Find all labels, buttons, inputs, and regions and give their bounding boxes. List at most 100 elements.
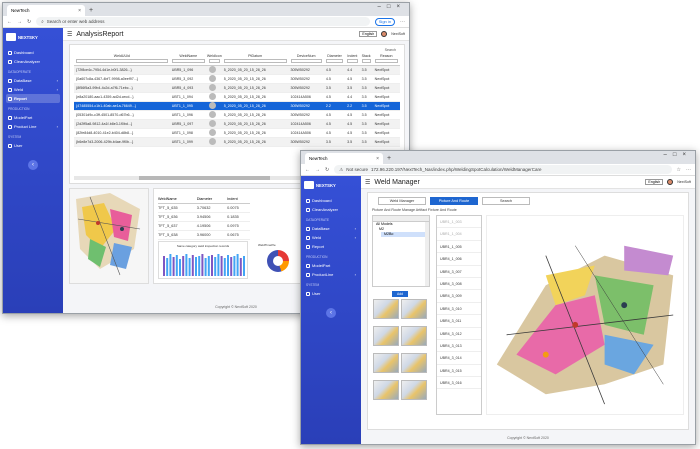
cad-route-view[interactable] bbox=[486, 215, 684, 415]
tab-weld-manager[interactable]: Weld Manager bbox=[378, 197, 426, 205]
close-icon[interactable]: × bbox=[376, 156, 379, 162]
new-tab-icon[interactable]: + bbox=[89, 5, 93, 16]
menu-icon[interactable]: ⋯ bbox=[686, 167, 691, 173]
sidebar-item-user[interactable]: User bbox=[304, 289, 358, 298]
forward-icon[interactable]: → bbox=[315, 167, 320, 173]
table-row[interactable]: {82fe84d8-4010-41e2-b404-d8b8...} UBT1_1_… bbox=[74, 128, 400, 138]
list-item[interactable]: UBR4_3_016 bbox=[437, 377, 481, 390]
thumbnail[interactable] bbox=[373, 326, 399, 346]
column-filter-input[interactable] bbox=[361, 59, 371, 63]
thumbnail[interactable] bbox=[373, 299, 399, 319]
list-item[interactable]: UBR1_1_005 bbox=[437, 241, 481, 254]
tab-picture-and-route[interactable]: Picture And Route bbox=[430, 197, 478, 205]
sidebar-item-report[interactable]: Report bbox=[6, 94, 60, 103]
column-header[interactable]: Reason bbox=[372, 54, 400, 66]
list-item[interactable]: UBR4_3_013 bbox=[437, 340, 481, 353]
column-header[interactable]: PtDatum bbox=[221, 54, 289, 66]
list-item[interactable]: UBR4_3_011 bbox=[437, 315, 481, 328]
window-controls[interactable]: –□× bbox=[378, 4, 406, 10]
column-header[interactable]: DeviceNum bbox=[288, 54, 324, 66]
thumbnail[interactable] bbox=[373, 380, 399, 400]
collapse-sidebar-button[interactable]: ‹ bbox=[28, 160, 38, 170]
table-row[interactable]: {72f8ce4c-7954-4d1e-b0f1-3826...} UBR5_1_… bbox=[74, 65, 400, 75]
avatar[interactable] bbox=[381, 31, 388, 37]
list-item[interactable]: UBR4_3_009 bbox=[437, 290, 481, 303]
column-header[interactable]: Indent bbox=[345, 54, 360, 66]
column-header[interactable]: WeldIcon bbox=[206, 54, 222, 66]
table-row[interactable]: {e8a20180-aac1-4359-ad2d-cecd...} UBT1_1_… bbox=[74, 92, 400, 102]
table-row[interactable]: TFT_5_637 4.19506 0.0975 bbox=[158, 221, 250, 231]
sidebar-item-cleananalyzer[interactable]: CleanAnalyzer bbox=[6, 57, 60, 66]
sidebar-item-report[interactable]: Report bbox=[304, 242, 358, 251]
column-filter-input[interactable] bbox=[76, 59, 168, 63]
table-row[interactable]: TFT_5_635 3.70632 0.0075 bbox=[158, 203, 250, 213]
table-row[interactable]: {8f56f5a3-99b4-4c2d-a7f6-71ebc...} UBR5_4… bbox=[74, 83, 400, 93]
forward-icon[interactable]: → bbox=[17, 19, 22, 25]
sidebar-item-productline[interactable]: ProductLine › bbox=[304, 270, 358, 279]
column-filter-input[interactable] bbox=[208, 59, 220, 63]
table-row[interactable]: TFT_5_636 3.94506 0.1835 bbox=[158, 212, 250, 222]
list-item[interactable]: UBR4_3_014 bbox=[437, 352, 481, 365]
column-filter-input[interactable] bbox=[374, 59, 398, 63]
table-row[interactable]: {05301d9c-c3ff-4501-8570-d67b6...} UBT1_1… bbox=[74, 110, 400, 120]
browser-tab[interactable]: NewTech × bbox=[305, 153, 383, 164]
column-header[interactable]: WeldName bbox=[169, 54, 207, 66]
table-row[interactable]: {2d2ff5a8-9812-4a1f-b8e3-1f0bd...} UBR5_1… bbox=[74, 119, 400, 129]
list-item[interactable]: UBR4_3_010 bbox=[437, 303, 481, 316]
table-row[interactable]: {b6e8e7d3-2006-429b-b4ae-9f0b...} UBT1_1_… bbox=[74, 137, 400, 147]
language-select[interactable]: English bbox=[645, 179, 664, 185]
table-row[interactable]: {47485554-c1b1-40ab-ae1a-76649...} UBT1_1… bbox=[74, 101, 400, 111]
cad-model-view[interactable] bbox=[69, 188, 149, 284]
column-filter-input[interactable] bbox=[347, 59, 358, 63]
sidebar-item-modelpart[interactable]: ModelPart bbox=[6, 113, 60, 122]
sidebar-item-weld[interactable]: Weld › bbox=[6, 85, 60, 94]
sidebar-item-dashboard[interactable]: Dashboard bbox=[304, 196, 358, 205]
thumbnail[interactable] bbox=[401, 353, 427, 373]
reload-icon[interactable]: ↻ bbox=[27, 19, 31, 25]
brand-logo[interactable]: NEXTSKY bbox=[6, 31, 60, 43]
list-item[interactable]: UBR1_1_004 bbox=[437, 228, 481, 241]
language-select[interactable]: English bbox=[359, 31, 378, 37]
column-filter-input[interactable] bbox=[223, 59, 287, 63]
thumbnail[interactable] bbox=[401, 380, 427, 400]
list-item[interactable]: UBR1_1_003 bbox=[437, 216, 481, 229]
sidebar-item-modelpart[interactable]: ModelPart bbox=[304, 261, 358, 270]
thumbnail[interactable] bbox=[401, 299, 427, 319]
add-button[interactable]: Add bbox=[392, 291, 408, 297]
column-header[interactable]: Stack bbox=[359, 54, 373, 66]
list-item[interactable]: UBR4_1_006 bbox=[437, 253, 481, 266]
close-icon[interactable]: × bbox=[78, 8, 81, 14]
brand-logo[interactable]: NEXTSKY bbox=[304, 179, 358, 191]
thumbnail[interactable] bbox=[401, 326, 427, 346]
table-row[interactable]: {0a607c8a-4367-4bf7-9998-a0eef97...} UBR5… bbox=[74, 74, 400, 84]
sidebar-item-weld[interactable]: Weld › bbox=[304, 233, 358, 242]
sidebar-item-database[interactable]: DataBase › bbox=[6, 76, 60, 85]
list-item[interactable]: UBR4_3_008 bbox=[437, 278, 481, 291]
star-icon[interactable]: ☆ bbox=[677, 167, 681, 173]
column-filter-input[interactable] bbox=[171, 59, 205, 63]
sidebar-item-productline[interactable]: Product Line › bbox=[6, 122, 60, 131]
tree-node-m2bo[interactable]: M2Bo bbox=[381, 232, 429, 237]
table-row[interactable]: TFT_5_638 3.96000 0.0675 bbox=[158, 230, 250, 240]
sidebar-item-user[interactable]: User bbox=[6, 141, 60, 150]
sidebar-item-database[interactable]: DataBase › bbox=[304, 224, 358, 233]
hamburger-icon[interactable]: ☰ bbox=[67, 31, 72, 38]
list-item[interactable]: UBR4_3_012 bbox=[437, 328, 481, 340]
list-item[interactable]: UBR4_3_015 bbox=[437, 365, 481, 378]
menu-icon[interactable]: ⋯ bbox=[400, 19, 405, 25]
back-icon[interactable]: ← bbox=[7, 19, 12, 25]
list-item[interactable]: UBR4_3_007 bbox=[437, 266, 481, 278]
hamburger-icon[interactable]: ☰ bbox=[365, 179, 370, 186]
url-input[interactable]: ⌕ Search or enter web address bbox=[36, 17, 370, 26]
sidebar-item-cleananalyzer[interactable]: CleanAnalyzer bbox=[304, 205, 358, 214]
reload-icon[interactable]: ↻ bbox=[325, 167, 329, 173]
new-tab-icon[interactable]: + bbox=[387, 153, 391, 164]
column-filter-input[interactable] bbox=[290, 59, 322, 63]
column-filter-input[interactable] bbox=[325, 59, 344, 63]
avatar[interactable] bbox=[667, 179, 674, 185]
sidebar-item-dashboard[interactable]: Dashboard bbox=[6, 48, 60, 57]
collapse-sidebar-button[interactable]: ‹ bbox=[326, 308, 336, 318]
browser-tab[interactable]: NewTech × bbox=[7, 5, 85, 16]
tree-scrollbar[interactable] bbox=[425, 222, 429, 286]
window-controls[interactable]: –□× bbox=[664, 152, 692, 158]
